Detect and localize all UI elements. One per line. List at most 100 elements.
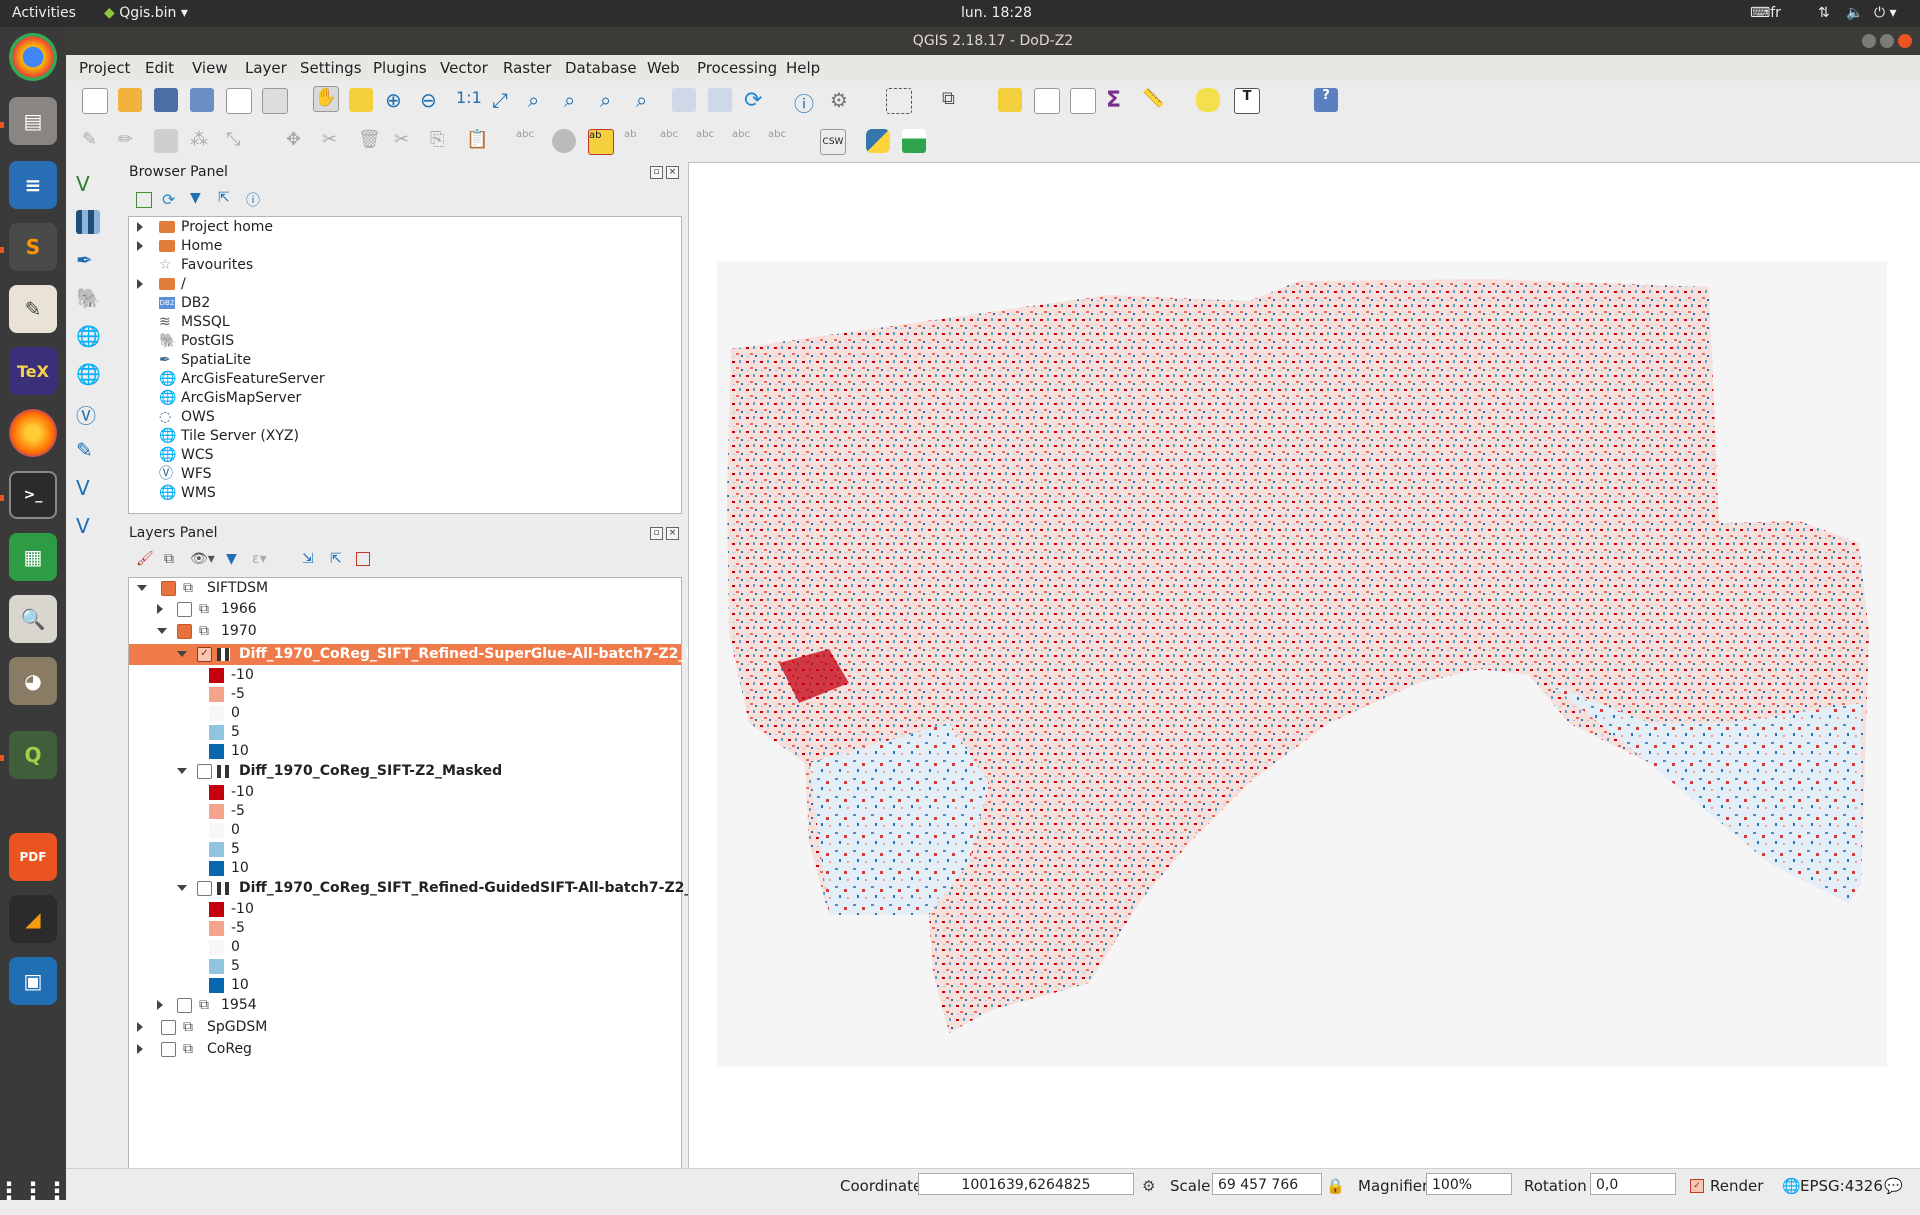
expand-arrow-icon[interactable]	[137, 279, 143, 289]
close-panel-icon[interactable]: ×	[666, 166, 679, 179]
crs-status[interactable]: EPSG:4326	[1800, 1177, 1883, 1195]
python-console-icon[interactable]	[866, 129, 890, 153]
highlight-labels-icon[interactable]: ab	[624, 129, 648, 153]
crs-globe-icon[interactable]: 🌐	[1782, 1177, 1801, 1195]
profile-tool-icon[interactable]	[902, 129, 926, 153]
add-spatialite-layer-icon[interactable]: ✒	[76, 248, 100, 272]
terminal-icon[interactable]: >_	[9, 471, 57, 519]
expand-arrow-icon[interactable]	[157, 604, 163, 614]
close-panel-icon[interactable]: ×	[666, 527, 679, 540]
menu-database[interactable]: Database	[565, 59, 637, 77]
keyboard-layout-indicator[interactable]: ⌨fr	[1750, 5, 1781, 21]
pdf-editor-icon[interactable]: PDF	[9, 833, 57, 881]
help-icon[interactable]: ?	[1314, 88, 1338, 112]
qgis-icon[interactable]: Q	[9, 731, 57, 779]
image-viewer-icon[interactable]: 🔍	[9, 595, 57, 643]
firefox-icon[interactable]	[9, 409, 57, 457]
app-menu-button[interactable]: ◆ Qgis.bin ▾	[104, 5, 188, 21]
maximize-button[interactable]	[1880, 34, 1894, 48]
zoom-full-icon[interactable]: ⤢	[492, 88, 516, 112]
zoom-last-icon[interactable]: ⌕	[600, 88, 624, 112]
zoom-out-icon[interactable]: ⊖	[420, 88, 444, 112]
select-features-icon[interactable]	[886, 88, 912, 114]
new-shapefile-icon[interactable]: V	[76, 514, 100, 538]
chrome-icon[interactable]	[9, 33, 57, 81]
add-delimited-text-icon[interactable]: ✎	[76, 438, 100, 462]
collapse-arrow-icon[interactable]	[177, 651, 187, 657]
rotation-spinbox[interactable]: 0,0	[1590, 1173, 1676, 1195]
filter-legend-icon[interactable]: ▼	[226, 551, 237, 567]
pan-map-icon[interactable]: ✋	[313, 86, 339, 112]
paste-features-icon[interactable]: 📋	[466, 129, 490, 153]
layer-labeling-icon[interactable]	[552, 129, 576, 153]
add-postgis-layer-icon[interactable]: 🐘	[76, 286, 101, 310]
expand-arrow-icon[interactable]	[157, 1000, 163, 1010]
change-label-icon[interactable]: abc	[768, 129, 792, 153]
save-as-icon[interactable]	[190, 88, 214, 112]
add-vector-layer-icon[interactable]: V	[76, 172, 100, 196]
pin-labels-icon[interactable]: ab	[588, 129, 614, 155]
clock[interactable]: lun. 18:28	[961, 5, 1032, 21]
save-project-icon[interactable]	[154, 88, 178, 112]
power-icon[interactable]: ⏻ ▾	[1874, 5, 1897, 21]
refresh-browser-icon[interactable]: ⟳	[162, 190, 175, 209]
delete-selected-icon[interactable]: ✂	[322, 129, 346, 153]
menu-settings[interactable]: Settings	[300, 59, 362, 77]
statistics-sum-icon[interactable]: Σ	[1106, 88, 1130, 113]
zoom-in-icon[interactable]: ⊕	[385, 88, 409, 112]
menu-plugins[interactable]: Plugins	[373, 59, 427, 77]
new-project-icon[interactable]	[82, 88, 108, 114]
minimize-button[interactable]	[1862, 34, 1876, 48]
map-canvas[interactable]	[688, 162, 1920, 1170]
select-by-value-icon[interactable]: ⧉	[942, 88, 966, 112]
deselect-features-icon[interactable]	[998, 88, 1022, 112]
properties-icon[interactable]: ⓘ	[246, 190, 260, 210]
save-edits-icon[interactable]	[154, 129, 178, 153]
text-annotation-icon[interactable]: T	[1234, 88, 1260, 114]
layer-checkbox-checked[interactable]: ✓	[197, 647, 212, 662]
layer-checkbox[interactable]	[197, 881, 212, 896]
calc-icon[interactable]: ▦	[9, 533, 57, 581]
zoom-next-icon[interactable]: ⌕	[636, 88, 660, 112]
expand-arrow-icon[interactable]	[137, 222, 143, 232]
text-editor-icon[interactable]: ✎	[9, 285, 57, 333]
undock-icon[interactable]: ▫	[650, 166, 663, 179]
coordinate-field[interactable]: 1001639,6264825	[918, 1173, 1134, 1195]
run-feature-action-icon[interactable]: ⚙	[830, 88, 854, 112]
collapse-all-icon[interactable]: ⇱	[330, 551, 342, 567]
filter-by-expression-icon[interactable]: ε▾	[252, 551, 267, 567]
add-virtual-layer-icon[interactable]: V	[76, 476, 100, 500]
lock-scale-icon[interactable]: 🔒	[1326, 1177, 1345, 1195]
menu-web[interactable]: Web	[647, 59, 680, 77]
messages-icon[interactable]: 💬	[1884, 1177, 1903, 1195]
node-tool-icon[interactable]: ✥	[286, 129, 310, 153]
csw-icon[interactable]: CSW	[820, 129, 846, 155]
collapse-arrow-icon[interactable]	[137, 585, 147, 591]
cut-features-icon[interactable]: ✂	[394, 129, 418, 153]
layer-checkbox[interactable]	[177, 998, 192, 1013]
manage-themes-icon[interactable]: 👁▾	[190, 551, 215, 567]
filter-browser-icon[interactable]: ▼	[190, 190, 201, 206]
undock-icon[interactable]: ▫	[650, 527, 663, 540]
zoom-to-layer-icon[interactable]: ⌕	[564, 88, 588, 112]
move-feature-icon[interactable]: ⤡	[226, 129, 250, 153]
writer-icon[interactable]: ≡	[9, 161, 57, 209]
zoom-to-selection-icon[interactable]: ⌕	[528, 88, 552, 112]
composer-manager-icon[interactable]	[262, 88, 288, 114]
add-wms-layer-icon[interactable]: 🌐	[76, 324, 101, 348]
new-print-composer-icon[interactable]	[226, 88, 252, 114]
add-wcs-layer-icon[interactable]: 🌐	[76, 362, 101, 386]
measure-line-icon[interactable]: 📏	[1142, 88, 1166, 112]
new-bookmark-icon[interactable]	[672, 88, 696, 112]
rotate-label-icon[interactable]: abc	[732, 129, 756, 153]
styling-icon[interactable]: 🖌	[136, 551, 154, 567]
partial-checkbox[interactable]	[177, 624, 192, 639]
zoom-actual-size-icon[interactable]: 1:1	[456, 88, 482, 112]
collapse-arrow-icon[interactable]	[177, 768, 187, 774]
virtualbox-icon[interactable]: ▣	[9, 957, 57, 1005]
copy-features-icon[interactable]: ⎘	[430, 129, 454, 153]
toggle-editing-icon[interactable]: ✏	[118, 129, 142, 153]
show-hide-labels-icon[interactable]: abc	[660, 129, 684, 153]
menu-project[interactable]: Project	[79, 59, 130, 77]
expand-arrow-icon[interactable]	[137, 1044, 143, 1054]
